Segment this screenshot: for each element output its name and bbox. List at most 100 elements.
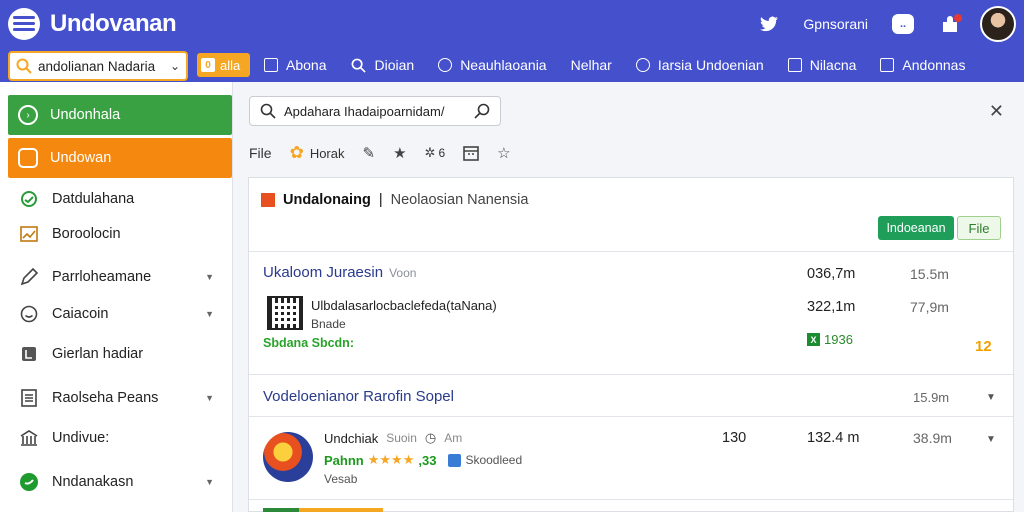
nav-item-dioian[interactable]: Dioian (350, 57, 414, 73)
chevron-down-icon[interactable]: ▼ (205, 272, 214, 282)
pin-icon[interactable]: ✎ (363, 144, 376, 162)
search-input-value: Apdahara Ihadaipoarnidam/ (284, 103, 445, 119)
chevron-down-icon[interactable]: ▼ (986, 434, 996, 445)
sidebar-item-boroolocin[interactable]: Boroolocin (8, 214, 232, 254)
box-icon (787, 58, 802, 72)
chevron-down-icon[interactable]: ▼ (205, 477, 214, 487)
rating-prefix: Pahnn (324, 452, 364, 468)
badge-icon: 0 (201, 58, 215, 72)
nav-item-abona[interactable]: Abona (264, 57, 326, 73)
top-link[interactable]: Gpnsorani (803, 16, 868, 32)
divider (249, 416, 1013, 417)
results-panel: Undalonaing | Neolaosian Nanensia Indoea… (248, 177, 1014, 512)
sidebar-item-label: Undowan (50, 150, 112, 166)
nav-item-nilacna[interactable]: Nilacna (787, 57, 856, 73)
close-icon[interactable]: ✕ (989, 101, 1004, 122)
file-button[interactable]: File (957, 216, 1001, 240)
row3-sub: Vesab (324, 472, 358, 486)
sparkle-icon: ✲ (424, 145, 436, 160)
app-logo[interactable]: Undovanan (8, 8, 177, 40)
red-square-icon (261, 193, 275, 207)
chart-icon (18, 223, 40, 245)
row2-title[interactable]: Vodeloenianor Rarofin Sopel (263, 388, 454, 405)
qr-code-icon (267, 296, 303, 330)
toolbar-flower-item[interactable]: ✿ Horak (290, 143, 345, 163)
row3-value-2: 132.4 m (807, 430, 860, 446)
nav-item-nelhar[interactable]: Nelhar (571, 57, 612, 73)
nav-item-andonnas[interactable]: Andonnas (880, 57, 965, 73)
chat-icon[interactable]: .. (892, 14, 914, 34)
clock-icon: ◷ (424, 430, 437, 445)
star-outline-icon[interactable]: ☆ (497, 144, 510, 162)
nav-label: Andonnas (902, 57, 966, 73)
search-icon (350, 57, 366, 73)
sidebar-item-undivue[interactable]: Undivue: (8, 418, 232, 458)
row1-title-dim: Voon (389, 266, 417, 280)
toolbar-file[interactable]: File (249, 145, 272, 161)
panel-header: Undalonaing | Neolaosian Nanensia (261, 192, 528, 208)
nav-label: Abona (286, 57, 327, 73)
arrow-circle-icon: › (18, 105, 38, 125)
sidebar-item-raolseha[interactable]: Raolseha Peans ▼ (8, 378, 232, 418)
sidebar-item-nndanakasn[interactable]: Nndanakasn ▼ (8, 462, 232, 502)
divider (249, 374, 1013, 375)
sidebar-item-parrloheamane[interactable]: Parrloheamane ▼ (8, 257, 232, 297)
sidebar-item-label: Raolseha Peans (52, 390, 159, 406)
sidebar-item-label: Nndanakasn (52, 474, 134, 490)
row1-title[interactable]: Ukaloom Juraesin Voon (263, 264, 416, 281)
rating-stars: ★★★★ (367, 452, 415, 467)
row2-value: 15.9m (913, 390, 950, 405)
row1-line1: Ulbdalasarlocbaclefeda(taNana) (311, 298, 497, 313)
sidebar-item-caiacoin[interactable]: Caiacoin ▼ (8, 294, 232, 334)
chevron-down-icon[interactable]: ▼ (205, 393, 214, 403)
green-dot-icon (18, 471, 40, 493)
twitter-icon[interactable] (759, 14, 779, 34)
account-select-value: andolianan Nadaria (38, 58, 156, 74)
calendar-icon[interactable] (463, 145, 479, 161)
chevron-down-icon[interactable]: ▼ (986, 392, 996, 403)
row3-tag: Am (444, 431, 463, 445)
row3-name-text: Undchiak (324, 430, 379, 446)
nav-item-neauhlaoania[interactable]: Neauhlaoania (438, 57, 547, 73)
search-submit-icon[interactable] (474, 103, 490, 119)
star-icon[interactable]: ★ (393, 144, 406, 162)
search-input[interactable]: Apdahara Ihadaipoarnidam/ (249, 96, 501, 126)
main-content: Apdahara Ihadaipoarnidam/ ✕ File ✿ Horak… (233, 82, 1024, 512)
sidebar-item-undowan[interactable]: Undowan (8, 138, 232, 178)
row1-value-4: 77,9m (910, 299, 949, 315)
toolbar-star-count-item[interactable]: ✲ 6 (425, 145, 446, 161)
avatar[interactable] (980, 6, 1016, 42)
panel-separator: | (378, 192, 383, 208)
sidebar-item-label: Caiacoin (52, 306, 109, 322)
primary-button[interactable]: Indoeanan (878, 216, 954, 240)
search-icon (16, 58, 32, 74)
chevron-down-icon[interactable]: ▼ (205, 309, 214, 319)
toolbar-flower-label: Horak (309, 145, 345, 161)
row3-name[interactable]: Undchiak Suoin ◷ Am (324, 430, 462, 446)
notification-icon[interactable] (940, 12, 964, 36)
nav-item-iarsia[interactable]: Iarsia Undoenian (635, 57, 764, 73)
row3-value-3: 38.9m (913, 430, 952, 446)
row3-value-1: 130 (722, 430, 747, 446)
sidebar-item-datdulahana[interactable]: Datdulahana (8, 179, 232, 219)
leaf-icon (18, 188, 40, 210)
row1-title-text: Ukaloom Juraesin (263, 264, 384, 281)
row1-line2: Bnade (311, 317, 346, 331)
next-row-preview (263, 508, 383, 512)
nav-label: Nelhar (570, 57, 612, 73)
search-icon (260, 103, 276, 119)
orange-badge-button[interactable]: 0 alla (197, 53, 250, 77)
row3-name-dim: Suoin (386, 431, 417, 445)
row1-status: Sbdana Sbcdn: (263, 336, 354, 350)
row1-amber-count: 12 (975, 338, 992, 355)
sidebar-item-gierlan[interactable]: Gierlan hadiar (8, 334, 232, 374)
rating-suffix: ,33 (418, 452, 437, 468)
sidebar-item-undonhala[interactable]: › Undonhala (8, 95, 232, 135)
chat-icon (18, 148, 38, 168)
app-logo-icon (263, 432, 313, 482)
excel-icon: X (807, 333, 820, 346)
toolbar: File ✿ Horak ✎ ★ ✲ 6 ☆ (249, 142, 529, 164)
divider (249, 499, 1013, 500)
account-select[interactable]: andolianan Nadaria ⌄ (8, 51, 188, 81)
top-bar: Undovanan Gpnsorani .. andolianan Nadari… (0, 0, 1024, 82)
